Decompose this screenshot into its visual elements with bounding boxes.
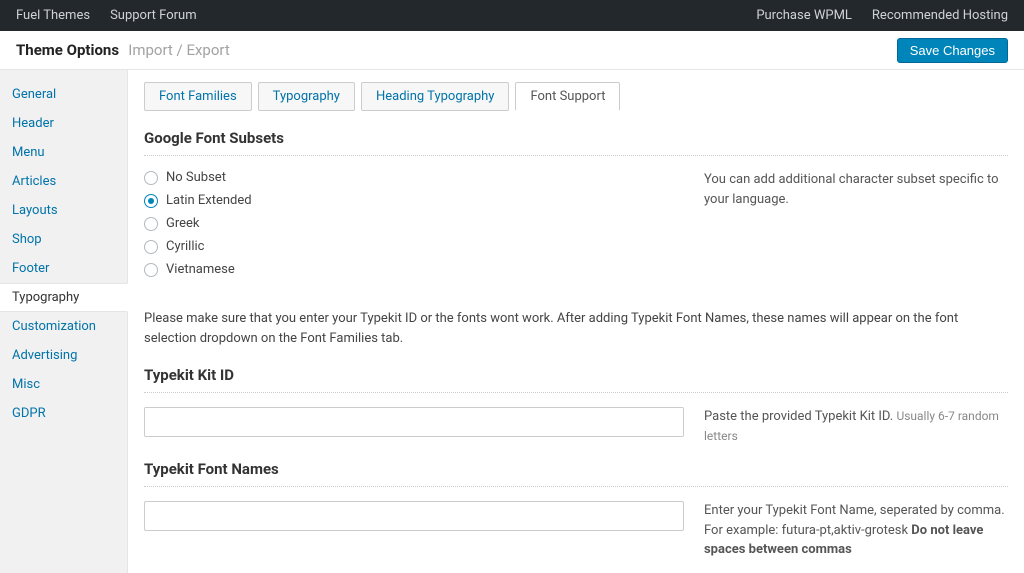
section-title-google-font-subsets: Google Font Subsets [144, 129, 1008, 147]
radio-label: Latin Extended [166, 193, 252, 208]
tab-heading-typography[interactable]: Heading Typography [361, 82, 509, 111]
radio-vietnamese[interactable]: Vietnamese [144, 262, 684, 277]
tab-typography[interactable]: Typography [258, 82, 355, 111]
page-title: Theme Options [16, 41, 119, 59]
font-names-help: Enter your Typekit Font Name, seperated … [704, 501, 1008, 560]
subsets-options: No Subset Latin Extended Greek Cyrillic … [144, 170, 684, 285]
page-header: Theme Options Import / Export Save Chang… [0, 31, 1024, 70]
sidebar-item-articles[interactable]: Articles [0, 167, 127, 196]
sidebar-item-customization[interactable]: Customization [0, 312, 127, 341]
page-subtitle: Import / Export [128, 41, 230, 59]
tabs: Font Families Typography Heading Typogra… [144, 82, 1008, 111]
font-names-row: Enter your Typekit Font Name, seperated … [144, 501, 1008, 560]
subsets-help: You can add additional character subset … [704, 170, 1008, 285]
divider [144, 155, 1008, 156]
section-title-typekit-kit-id: Typekit Kit ID [144, 366, 1008, 384]
admin-bar-right: Purchase WPML Recommended Hosting [756, 8, 1008, 23]
radio-latin-extended[interactable]: Latin Extended [144, 193, 684, 208]
kit-id-help: Paste the provided Typekit Kit ID. Usual… [704, 407, 1008, 446]
tab-font-families[interactable]: Font Families [144, 82, 252, 111]
font-names-input-wrap [144, 501, 684, 560]
subsets-row: No Subset Latin Extended Greek Cyrillic … [144, 170, 1008, 285]
radio-icon [144, 171, 158, 185]
body-wrap: General Header Menu Articles Layouts Sho… [0, 70, 1024, 573]
sidebar-item-layouts[interactable]: Layouts [0, 196, 127, 225]
page-title-wrap: Theme Options Import / Export [16, 41, 230, 59]
radio-cyrillic[interactable]: Cyrillic [144, 239, 684, 254]
admin-bar-link-recommended-hosting[interactable]: Recommended Hosting [872, 8, 1008, 23]
kit-id-help-main: Paste the provided Typekit Kit ID. [704, 409, 896, 424]
admin-bar-link-fuel-themes[interactable]: Fuel Themes [16, 8, 90, 23]
admin-bar-left: Fuel Themes Support Forum [16, 8, 197, 23]
radio-icon [144, 263, 158, 277]
typekit-kit-id-input[interactable] [144, 407, 684, 437]
kit-id-row: Paste the provided Typekit Kit ID. Usual… [144, 407, 1008, 446]
main-panel: Font Families Typography Heading Typogra… [127, 70, 1024, 573]
radio-icon [144, 240, 158, 254]
sidebar: General Header Menu Articles Layouts Sho… [0, 70, 128, 573]
divider [144, 486, 1008, 487]
sidebar-item-gdpr[interactable]: GDPR [0, 399, 127, 428]
radio-label: Vietnamese [166, 262, 235, 277]
radio-icon [144, 217, 158, 231]
sidebar-item-footer[interactable]: Footer [0, 254, 127, 283]
tab-font-support[interactable]: Font Support [515, 82, 620, 111]
radio-label: Greek [166, 216, 200, 231]
sidebar-item-menu[interactable]: Menu [0, 138, 127, 167]
divider [144, 392, 1008, 393]
radio-icon [144, 194, 158, 208]
admin-bar-link-purchase-wpml[interactable]: Purchase WPML [756, 8, 852, 23]
admin-bar: Fuel Themes Support Forum Purchase WPML … [0, 0, 1024, 31]
radio-greek[interactable]: Greek [144, 216, 684, 231]
typekit-font-names-input[interactable] [144, 501, 684, 531]
sidebar-item-misc[interactable]: Misc [0, 370, 127, 399]
kit-id-input-wrap [144, 407, 684, 446]
radio-no-subset[interactable]: No Subset [144, 170, 684, 185]
save-changes-button[interactable]: Save Changes [897, 38, 1008, 63]
radio-label: Cyrillic [166, 239, 204, 254]
admin-bar-link-support-forum[interactable]: Support Forum [110, 8, 197, 23]
sidebar-item-header[interactable]: Header [0, 109, 127, 138]
sidebar-item-advertising[interactable]: Advertising [0, 341, 127, 370]
sidebar-item-general[interactable]: General [0, 80, 127, 109]
sidebar-item-typography[interactable]: Typography [0, 283, 128, 312]
typekit-note: Please make sure that you enter your Typ… [144, 309, 1008, 348]
sidebar-item-shop[interactable]: Shop [0, 225, 127, 254]
section-title-typekit-font-names: Typekit Font Names [144, 460, 1008, 478]
radio-label: No Subset [166, 170, 226, 185]
